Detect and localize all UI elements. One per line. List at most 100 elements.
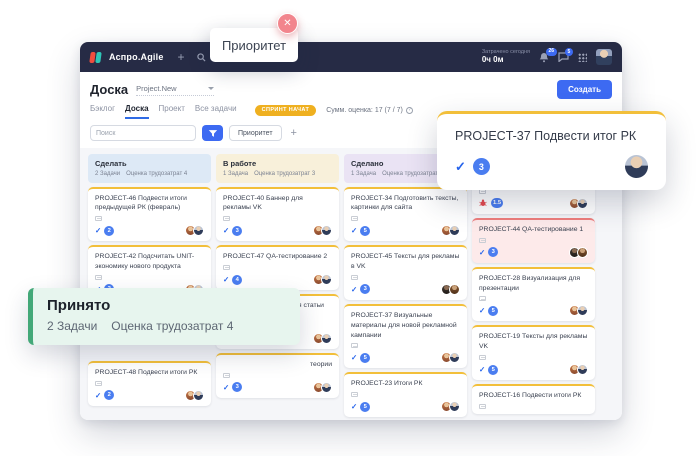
column-task-count: 1 Задача bbox=[351, 171, 376, 177]
avatar bbox=[577, 364, 588, 375]
task-footer: ✓4 bbox=[223, 274, 332, 285]
avatar bbox=[625, 155, 648, 178]
user-avatar[interactable] bbox=[596, 49, 612, 65]
description-icon bbox=[351, 275, 358, 280]
create-button[interactable]: Создать bbox=[557, 80, 612, 99]
avatar bbox=[321, 225, 332, 236]
assignee-avatars bbox=[188, 390, 204, 401]
task-card[interactable]: PROJECT-34 Подготовить тексты, картинки … bbox=[344, 187, 467, 242]
done-check-icon: ✓ bbox=[479, 306, 485, 315]
add-filter-button[interactable]: + bbox=[288, 128, 300, 139]
highlighted-task-footer: ✓ 3 bbox=[455, 155, 648, 178]
estimate-badge: 5 bbox=[488, 306, 498, 316]
accepted-column-panel: Принято 2 Задачи Оценка трудозатрат 4 bbox=[28, 288, 300, 345]
column-effort: Оценка трудозатрат bbox=[382, 171, 438, 177]
task-footer: ✓3 bbox=[479, 247, 588, 258]
highlighted-task-title: PROJECT-37 Подвести итог РК bbox=[455, 129, 648, 143]
bug-icon bbox=[479, 199, 487, 207]
done-check-icon: ✓ bbox=[351, 353, 357, 362]
assignee-avatars bbox=[316, 274, 332, 285]
search-input[interactable] bbox=[90, 125, 196, 141]
task-card[interactable]: PROJECT-46 Подвести итоги предыдущей РК … bbox=[88, 187, 211, 242]
assignee-avatars bbox=[444, 284, 460, 295]
task-card[interactable]: PROJECT-40 Баннер для рекламы VK ✓3 bbox=[216, 187, 339, 242]
notifications-button[interactable]: 26 bbox=[539, 52, 549, 63]
task-card[interactable]: PROJECT-16 Подвести итоги РК bbox=[472, 384, 595, 414]
app-logo-icon bbox=[90, 52, 101, 63]
task-title: PROJECT-45 Тексты для рекламы в VK bbox=[351, 252, 460, 272]
task-footer: ✓3 bbox=[223, 225, 332, 236]
description-icon bbox=[95, 275, 102, 280]
task-card[interactable]: PROJECT-48 Подвести итоги РК✓2 bbox=[88, 361, 211, 406]
assignee-avatars bbox=[572, 305, 588, 316]
assignee-avatars bbox=[316, 225, 332, 236]
close-icon[interactable]: ✕ bbox=[277, 13, 298, 34]
task-title: PROJECT-40 Баннер для рекламы VK bbox=[223, 194, 332, 214]
avatar bbox=[321, 382, 332, 393]
done-check-icon: ✓ bbox=[351, 226, 357, 235]
task-title: PROJECT-37 Визуальные материалы для ново… bbox=[351, 311, 460, 341]
estimate-badge: 2 bbox=[104, 390, 114, 400]
quick-add-button[interactable]: + bbox=[178, 51, 185, 63]
task-card[interactable]: PROJECT-23 Итоги РК✓5 bbox=[344, 372, 467, 417]
done-check-icon: ✓ bbox=[95, 226, 101, 235]
estimate-badge: 4 bbox=[232, 275, 242, 285]
filter-button[interactable] bbox=[202, 125, 223, 141]
project-selector[interactable]: Project.New bbox=[136, 84, 214, 96]
task-title: PROJECT-16 Подвести итоги РК bbox=[479, 391, 588, 401]
estimate-badge: 3 bbox=[232, 226, 242, 236]
task-card[interactable]: PROJECT-44 QA-тестирование 1✓3 bbox=[472, 218, 595, 263]
avatar bbox=[193, 225, 204, 236]
time-tracker-label: Затрачено сегодня bbox=[482, 49, 530, 56]
task-card[interactable]: PROJECT-28 Визуализация для презентации✓… bbox=[472, 267, 595, 322]
done-check-icon: ✓ bbox=[351, 285, 357, 294]
description-icon bbox=[223, 373, 230, 378]
kanban-column: 1.5PROJECT-44 QA-тестирование 1✓3PROJECT… bbox=[472, 154, 595, 414]
task-card[interactable]: PROJECT-45 Тексты для рекламы в VK✓3 bbox=[344, 245, 467, 300]
time-tracker: Затрачено сегодня 0ч 0м bbox=[482, 49, 530, 66]
description-icon bbox=[351, 343, 358, 348]
task-footer: ✓2 bbox=[95, 225, 204, 236]
column-meta: 2 ЗадачиОценка трудозатрат 4 bbox=[95, 171, 204, 177]
assignee-avatars bbox=[572, 247, 588, 258]
done-check-icon: ✓ bbox=[479, 365, 485, 374]
avatar bbox=[321, 333, 332, 344]
info-icon[interactable]: ? bbox=[406, 107, 413, 114]
search-icon[interactable] bbox=[197, 53, 206, 62]
notifications-badge: 26 bbox=[546, 48, 557, 56]
messages-button[interactable]: 5 bbox=[558, 52, 569, 62]
kanban-column: Сделано1 ЗадачаОценка трудозатратPROJECT… bbox=[344, 154, 467, 414]
avatar bbox=[321, 274, 332, 285]
description-icon bbox=[479, 296, 486, 301]
page-title: Доска bbox=[90, 82, 128, 97]
highlighted-task-card[interactable]: PROJECT-37 Подвести итог РК ✓ 3 bbox=[437, 111, 666, 190]
done-check-icon: ✓ bbox=[223, 275, 229, 284]
accepted-task-count: 2 Задачи bbox=[47, 319, 97, 333]
priority-filter-chip[interactable]: Приоритет bbox=[229, 125, 282, 141]
done-check-icon: ✓ bbox=[223, 226, 229, 235]
task-footer: ✓5 bbox=[351, 352, 460, 363]
task-title: PROJECT-34 Подготовить тексты, картинки … bbox=[351, 194, 460, 214]
tab-board[interactable]: Доска bbox=[125, 104, 148, 119]
task-card[interactable]: PROJECT-47 QA-тестирование 2✓4 bbox=[216, 245, 339, 290]
avatar bbox=[449, 225, 460, 236]
accepted-panel-meta: 2 Задачи Оценка трудозатрат 4 bbox=[47, 319, 286, 333]
task-footer: ✓5 bbox=[479, 305, 588, 316]
estimate-badge: 5 bbox=[488, 365, 498, 375]
task-card[interactable]: теории✓3 bbox=[216, 353, 339, 398]
tab-backlog[interactable]: Бэклог bbox=[90, 104, 115, 119]
apps-grid-icon[interactable] bbox=[578, 53, 587, 62]
description-icon bbox=[223, 265, 230, 270]
done-check-icon: ✓ bbox=[223, 383, 229, 392]
description-icon bbox=[479, 238, 486, 243]
topbar-right-group: Затрачено сегодня 0ч 0м 26 5 bbox=[482, 49, 612, 66]
tab-all-tasks[interactable]: Все задачи bbox=[195, 104, 237, 119]
task-card[interactable]: PROJECT-37 Визуальные материалы для ново… bbox=[344, 304, 467, 369]
avatar bbox=[449, 352, 460, 363]
tab-project[interactable]: Проект bbox=[159, 104, 185, 119]
task-card[interactable]: PROJECT-19 Тексты для рекламы VK ✓5 bbox=[472, 325, 595, 380]
task-title: PROJECT-19 Тексты для рекламы VK bbox=[479, 332, 588, 352]
kanban-column: В работе1 ЗадачаОценка трудозатрат 3PROJ… bbox=[216, 154, 339, 414]
avatar bbox=[577, 305, 588, 316]
time-tracker-value: 0ч 0м bbox=[482, 55, 530, 65]
